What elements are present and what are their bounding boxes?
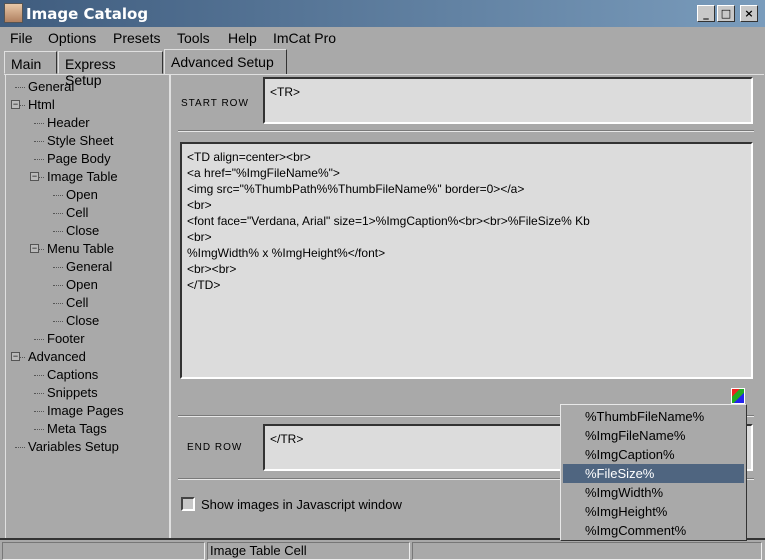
- tree-line: [53, 267, 63, 268]
- tree-line: [53, 285, 63, 286]
- variables-dropdown[interactable]: %ThumbFileName% %ImgFileName% %ImgCaption%…: [560, 404, 747, 541]
- tree-item[interactable]: Variables Setup: [28, 439, 119, 454]
- start-row-label: START ROW: [181, 98, 249, 109]
- status-segment: Image Table Cell: [207, 542, 410, 560]
- variable-menu-item[interactable]: %ThumbFileName%: [563, 407, 744, 426]
- tree-line: [53, 195, 63, 196]
- start-row-value: <TR>: [270, 85, 301, 99]
- collapse-icon[interactable]: −: [30, 244, 39, 253]
- menu-file[interactable]: File: [10, 30, 33, 46]
- tree-item[interactable]: Menu Table: [47, 241, 114, 256]
- app-icon: [4, 3, 23, 23]
- divider: [178, 130, 754, 132]
- tree-item[interactable]: Footer: [47, 331, 85, 346]
- insert-variable-icon[interactable]: [731, 388, 745, 404]
- menu-presets[interactable]: Presets: [113, 30, 160, 46]
- cell-html-text: <TD align=center><br> <a href="%ImgFileN…: [187, 150, 590, 292]
- tree-item[interactable]: Style Sheet: [47, 133, 114, 148]
- menu-bar: File Options Presets Tools Help ImCat Pr…: [0, 27, 765, 49]
- menu-imcat-pro[interactable]: ImCat Pro: [273, 30, 336, 46]
- status-segment: [412, 542, 762, 560]
- tree-line: [53, 213, 63, 214]
- end-row-label: END ROW: [187, 442, 243, 453]
- tree-line: [34, 429, 44, 430]
- tree-item[interactable]: Advanced: [28, 349, 86, 364]
- tree-item[interactable]: General: [28, 79, 74, 94]
- close-button[interactable]: ×: [740, 5, 758, 22]
- tree-line: [34, 123, 44, 124]
- tree-line: [53, 303, 63, 304]
- cell-html-editor[interactable]: <TD align=center><br> <a href="%ImgFileN…: [180, 142, 753, 379]
- tree-item[interactable]: Meta Tags: [47, 421, 107, 436]
- tree-line: [34, 159, 44, 160]
- tree-item[interactable]: Cell: [66, 205, 88, 220]
- menu-help[interactable]: Help: [228, 30, 257, 46]
- tree-line: [53, 231, 63, 232]
- tab-express-setup[interactable]: Express Setup: [58, 51, 163, 88]
- variable-menu-item[interactable]: %ImgWidth%: [563, 483, 744, 502]
- variable-menu-item[interactable]: %ImgCaption%: [563, 445, 744, 464]
- tree-item[interactable]: General: [66, 259, 112, 274]
- variable-menu-item[interactable]: %FileSize%: [563, 464, 744, 483]
- tree-item[interactable]: Captions: [47, 367, 98, 382]
- tree-item[interactable]: Image Table: [47, 169, 118, 184]
- status-segment: [2, 542, 205, 560]
- minimize-button[interactable]: _: [697, 5, 715, 22]
- menu-tools[interactable]: Tools: [177, 30, 210, 46]
- tree-line: [34, 375, 44, 376]
- title-bar: Image Catalog _ □ ×: [0, 0, 765, 27]
- menu-options[interactable]: Options: [48, 30, 96, 46]
- tree-item[interactable]: Header: [47, 115, 90, 130]
- tree-item[interactable]: Open: [66, 277, 98, 292]
- tree-item[interactable]: Close: [66, 313, 99, 328]
- collapse-icon[interactable]: −: [11, 352, 20, 361]
- tree-line: [34, 411, 44, 412]
- tree-item[interactable]: Page Body: [47, 151, 111, 166]
- tree-item[interactable]: Cell: [66, 295, 88, 310]
- tree-line: [34, 339, 44, 340]
- tree-line: [15, 447, 25, 448]
- tab-main[interactable]: Main: [4, 51, 57, 74]
- tree-line: [34, 141, 44, 142]
- settings-tree[interactable]: General Html − Header Style Sheet Page Body Im…: [5, 74, 171, 538]
- collapse-icon[interactable]: −: [11, 100, 20, 109]
- tree-line: [15, 87, 25, 88]
- javascript-window-checkbox[interactable]: [181, 497, 195, 511]
- tree-item[interactable]: Close: [66, 223, 99, 238]
- tree-item[interactable]: Open: [66, 187, 98, 202]
- tree-item[interactable]: Snippets: [47, 385, 98, 400]
- start-row-input[interactable]: <TR>: [263, 77, 753, 124]
- variable-menu-item[interactable]: %ImgHeight%: [563, 502, 744, 521]
- tree-item[interactable]: Html: [28, 97, 55, 112]
- variable-menu-item[interactable]: %ImgComment%: [563, 521, 744, 540]
- javascript-window-label[interactable]: Show images in Javascript window: [201, 497, 402, 512]
- window-title: Image Catalog: [26, 5, 149, 23]
- status-bar: Image Table Cell: [0, 538, 765, 560]
- tab-advanced-setup[interactable]: Advanced Setup: [164, 49, 287, 75]
- collapse-icon[interactable]: −: [30, 172, 39, 181]
- variable-menu-item[interactable]: %ImgFileName%: [563, 426, 744, 445]
- maximize-button[interactable]: □: [717, 5, 735, 22]
- tree-line: [53, 321, 63, 322]
- tree-line: [34, 393, 44, 394]
- tree-item[interactable]: Image Pages: [47, 403, 124, 418]
